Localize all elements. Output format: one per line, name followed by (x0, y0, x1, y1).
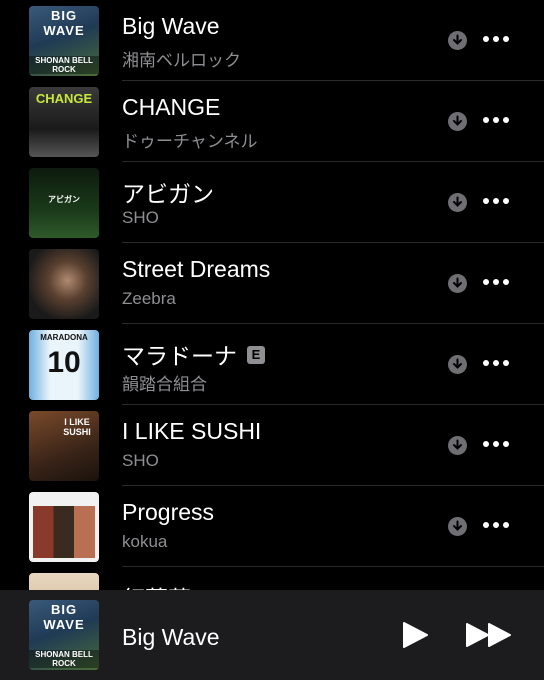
track-title-text: マラドーナ (122, 343, 237, 369)
download-icon[interactable] (448, 355, 467, 374)
art-label: MARADONA (40, 333, 88, 342)
download-icon[interactable] (448, 31, 467, 50)
album-art: MARADONA 10 (29, 330, 99, 400)
album-art: I LIKE SUSHI (29, 411, 99, 481)
download-icon[interactable] (448, 274, 467, 293)
track-list: BIG WAVE SHONAN BELL ROCK Big Wave 湘南ベルロ… (0, 0, 544, 590)
track-artist: SHO (122, 208, 159, 227)
track-row[interactable]: Progress kokua (0, 486, 544, 567)
more-options-icon[interactable] (483, 279, 509, 287)
more-options-icon[interactable] (483, 360, 509, 368)
download-icon[interactable] (448, 517, 467, 536)
track-title: アビガン (122, 181, 214, 207)
track-title: Street Dreams (122, 256, 271, 282)
album-art: CHANGE (29, 87, 99, 157)
track-row[interactable]: MARADONA 10 マラドーナ E 韻踏合組合 (0, 324, 544, 405)
track-title: I LIKE SUSHI (122, 418, 262, 444)
track-row[interactable]: 紅蓮華 (0, 567, 544, 590)
track-row[interactable]: Street Dreams Zeebra (0, 243, 544, 324)
art-label: BIG WAVE (43, 602, 85, 632)
art-label: I LIKE SUSHI (63, 417, 91, 437)
track-title: マラドーナ E (122, 337, 265, 371)
download-icon[interactable] (448, 436, 467, 455)
now-playing-art: BIG WAVE SHONAN BELL ROCK (29, 600, 99, 670)
now-playing-bar[interactable]: BIG WAVE SHONAN BELL ROCK Big Wave (0, 590, 544, 680)
track-row[interactable]: BIG WAVE SHONAN BELL ROCK Big Wave 湘南ベルロ… (0, 0, 544, 81)
now-playing-title: Big Wave (122, 624, 220, 650)
track-artist: 韻踏合組合 (122, 375, 207, 394)
download-icon[interactable] (448, 193, 467, 212)
art-sublabel: SHONAN BELL ROCK (29, 650, 99, 668)
download-icon[interactable] (448, 112, 467, 131)
track-row[interactable]: CHANGE CHANGE ドゥーチャンネル (0, 81, 544, 162)
art-label: アビガン (48, 195, 80, 204)
track-title: 紅蓮華 (122, 580, 191, 590)
album-art: アビガン (29, 168, 99, 238)
track-artist: ドゥーチャンネル (122, 132, 258, 151)
more-options-icon[interactable] (483, 117, 509, 125)
more-options-icon[interactable] (483, 36, 509, 44)
track-artist: Zeebra (122, 289, 176, 308)
track-row[interactable]: アビガン アビガン SHO (0, 162, 544, 243)
more-options-icon[interactable] (483, 441, 509, 449)
track-artist: SHO (122, 451, 159, 470)
album-art (29, 573, 99, 590)
album-art (29, 249, 99, 319)
track-artist: 湘南ベルロック (122, 51, 241, 70)
track-title: Progress (122, 499, 215, 525)
album-art (29, 492, 99, 562)
more-options-icon[interactable] (483, 198, 509, 206)
more-options-icon[interactable] (483, 522, 509, 530)
art-sublabel: 10 (47, 346, 81, 379)
explicit-badge: E (247, 345, 265, 364)
track-row[interactable]: I LIKE SUSHI I LIKE SUSHI SHO (0, 405, 544, 486)
track-artist: kokua (122, 532, 168, 551)
fast-forward-icon[interactable] (464, 620, 514, 655)
track-title: Big Wave (122, 13, 220, 39)
art-label: BIG WAVE (43, 8, 85, 38)
play-icon[interactable] (400, 620, 430, 655)
art-label: CHANGE (35, 91, 93, 106)
album-art: BIG WAVE SHONAN BELL ROCK (29, 6, 99, 76)
track-title: CHANGE (122, 94, 221, 120)
art-sublabel: SHONAN BELL ROCK (29, 56, 99, 74)
